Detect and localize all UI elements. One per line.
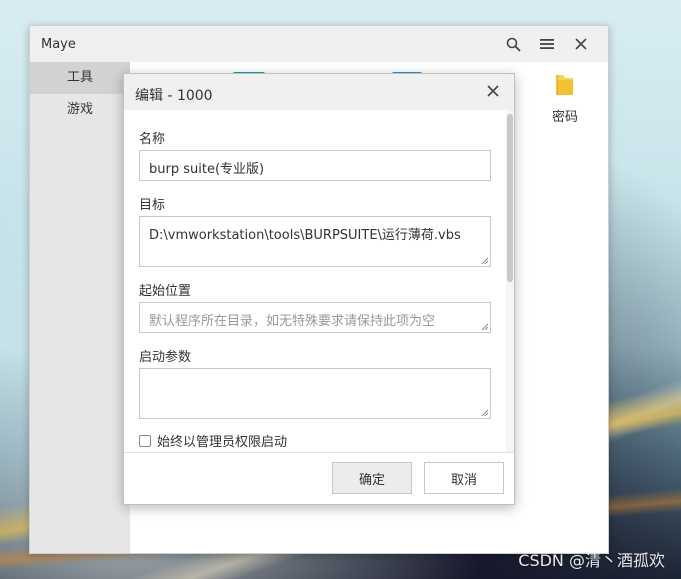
menu-icon[interactable] <box>530 32 564 56</box>
target-value: D:\vmworkstation\tools\BURPSUITE\运行薄荷.vb… <box>149 228 461 243</box>
name-value: burp suite(专业版) <box>149 162 265 177</box>
sidebar-item-label: 工具 <box>66 70 93 85</box>
close-icon[interactable] <box>564 32 598 56</box>
sidebar-item-games[interactable]: 游戏 <box>30 94 130 126</box>
resize-grip-icon[interactable] <box>481 323 489 331</box>
name-label: 名称 <box>139 132 166 147</box>
folder-icon <box>556 75 573 95</box>
folder-item[interactable]: 密码 <box>535 72 595 125</box>
sidebar-item-label: 游戏 <box>66 102 93 117</box>
watermark: CSDN @清丶酒孤欢 <box>518 551 665 570</box>
search-icon[interactable] <box>496 32 530 56</box>
name-input[interactable]: burp suite(专业版) <box>139 150 491 181</box>
ok-button[interactable]: 确定 <box>332 462 412 494</box>
dialog-body: 名称 burp suite(专业版) 目标 D:\vmworkstation\t… <box>124 110 514 455</box>
start-dir-placeholder: 默认程序所在目录，如无特殊要求请保持此项为空 <box>149 314 436 329</box>
admin-checkbox-row[interactable]: 始终以管理员权限启动 <box>139 431 287 450</box>
dialog-title: 编辑 - 1000 <box>135 88 213 104</box>
title-icons <box>496 32 598 56</box>
target-label: 目标 <box>139 198 166 213</box>
args-textarea[interactable] <box>139 368 491 419</box>
app-title: Maye <box>41 37 76 52</box>
edit-dialog: 编辑 - 1000 名称 burp suite(专业版) 目标 D:\vmwor… <box>123 73 515 505</box>
resize-grip-icon[interactable] <box>481 409 489 417</box>
dialog-scrollbar[interactable] <box>506 110 514 455</box>
target-textarea[interactable]: D:\vmworkstation\tools\BURPSUITE\运行薄荷.vb… <box>139 216 491 267</box>
cancel-button[interactable]: 取消 <box>424 462 504 494</box>
dialog-titlebar: 编辑 - 1000 <box>124 74 514 110</box>
sidebar: 工具 游戏 <box>30 62 130 553</box>
start-dir-label: 起始位置 <box>139 284 192 299</box>
sidebar-item-tools[interactable]: 工具 <box>30 62 130 94</box>
scroll-thumb[interactable] <box>507 114 513 282</box>
folder-label: 密码 <box>551 110 578 125</box>
resize-grip-icon[interactable] <box>481 257 489 265</box>
dialog-close-icon[interactable] <box>482 80 504 102</box>
admin-checkbox[interactable] <box>139 434 151 447</box>
start-dir-textarea[interactable]: 默认程序所在目录，如无特殊要求请保持此项为空 <box>139 302 491 333</box>
dialog-footer: 确定 取消 <box>124 452 514 504</box>
main-titlebar: Maye <box>30 26 608 62</box>
args-label: 启动参数 <box>139 350 192 365</box>
admin-checkbox-label: 始终以管理员权限启动 <box>157 435 288 450</box>
